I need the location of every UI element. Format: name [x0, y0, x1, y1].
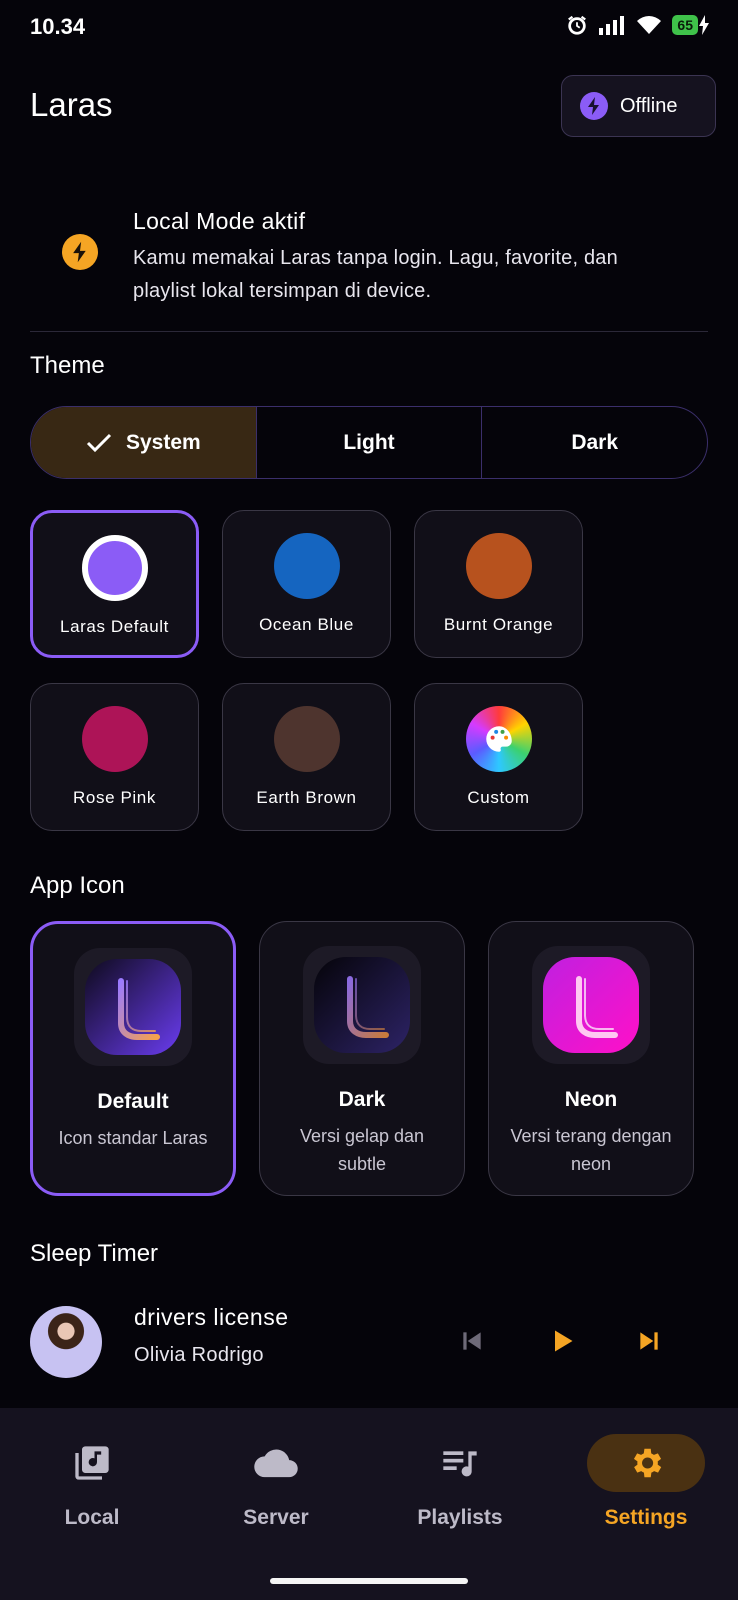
- app-icon-section-title: App Icon: [30, 872, 125, 899]
- palette-icon: [465, 706, 532, 772]
- signal-icon: [599, 16, 625, 35]
- theme-mode-system[interactable]: System: [31, 407, 257, 478]
- color-swatch: [81, 535, 148, 601]
- color-swatch: [273, 533, 340, 599]
- page-title: Laras: [30, 86, 113, 123]
- track-artist: Olivia Rodrigo: [134, 1344, 264, 1366]
- play-button[interactable]: [545, 1324, 579, 1358]
- app-icon-preview: [74, 948, 192, 1066]
- offline-button[interactable]: Offline: [561, 75, 716, 137]
- color-option-label: Laras Default: [60, 617, 169, 636]
- color-option-label: Burnt Orange: [443, 615, 554, 634]
- color-option-label: Custom: [467, 788, 530, 807]
- app-icon-preview: [303, 946, 421, 1064]
- track-title: drivers license: [134, 1304, 289, 1330]
- bottom-navigation: Local Server Playlists Settings: [0, 1408, 738, 1600]
- nav-item-settings[interactable]: Settings: [554, 1408, 738, 1558]
- cloud-icon: [217, 1434, 335, 1492]
- app-icon-description: Versi terang dengan neon: [510, 1126, 672, 1174]
- previous-button[interactable]: [455, 1324, 489, 1358]
- next-button[interactable]: [632, 1324, 666, 1358]
- color-option-laras-default[interactable]: Laras Default: [30, 510, 199, 658]
- nav-item-local[interactable]: Local: [0, 1408, 184, 1558]
- offline-label: Offline: [620, 94, 678, 117]
- app-icon-title: Dark: [338, 1088, 386, 1111]
- app-icon-description: Icon standar Laras: [58, 1128, 208, 1148]
- color-option-ocean-blue[interactable]: Ocean Blue: [222, 510, 391, 658]
- app-icon-description: Versi gelap dan subtle: [299, 1126, 425, 1174]
- theme-section-title: Theme: [30, 352, 105, 379]
- battery-level: 65: [672, 15, 698, 35]
- color-option-label: Rose Pink: [73, 788, 156, 807]
- skip-previous-icon: [463, 1332, 481, 1350]
- theme-mode-selector: System Light Dark: [30, 406, 708, 479]
- play-icon: [555, 1330, 573, 1352]
- gear-icon: [587, 1434, 705, 1492]
- nav-item-playlists[interactable]: Playlists: [368, 1408, 552, 1558]
- app-icon-title: Default: [97, 1090, 169, 1113]
- app-icon-option-dark[interactable]: Dark Versi gelap dan subtle: [259, 921, 465, 1196]
- theme-mode-label: Light: [343, 430, 395, 454]
- color-option-rose-pink[interactable]: Rose Pink: [30, 683, 199, 831]
- color-option-label: Earth Brown: [256, 788, 357, 807]
- library-music-icon: [33, 1434, 151, 1492]
- bolt-icon: [580, 92, 608, 120]
- check-icon: [86, 433, 112, 452]
- theme-mode-label: Dark: [571, 430, 619, 454]
- color-option-burnt-orange[interactable]: Burnt Orange: [414, 510, 583, 658]
- wifi-icon: [637, 16, 662, 34]
- nav-label: Server: [243, 1506, 309, 1529]
- app-icon-option-default[interactable]: Default Icon standar Laras: [30, 921, 236, 1196]
- bolt-icon: [62, 234, 98, 270]
- nav-item-server[interactable]: Server: [184, 1408, 368, 1558]
- theme-mode-label: System: [125, 430, 201, 454]
- theme-mode-dark[interactable]: Dark: [482, 407, 707, 478]
- skip-next-icon: [640, 1332, 658, 1350]
- theme-mode-light[interactable]: Light: [257, 407, 483, 478]
- queue-music-icon: [401, 1434, 519, 1492]
- color-option-custom[interactable]: Custom: [414, 683, 583, 831]
- status-bar: 10.34 65: [0, 0, 738, 56]
- color-option-label: Ocean Blue: [259, 615, 354, 634]
- app-icon-option-neon[interactable]: Neon Versi terang dengan neon: [488, 921, 694, 1196]
- app-icon-title: Neon: [564, 1088, 618, 1111]
- color-swatch: [273, 706, 340, 772]
- nav-label: Playlists: [417, 1506, 503, 1529]
- color-swatch: [81, 706, 148, 772]
- color-option-earth-brown[interactable]: Earth Brown: [222, 683, 391, 831]
- charging-icon: [699, 15, 709, 35]
- color-swatch: [465, 533, 532, 599]
- nav-label: Local: [64, 1506, 120, 1529]
- mini-player[interactable]: drivers license Olivia Rodrigo: [0, 1296, 738, 1388]
- alarm-icon: [568, 15, 587, 35]
- local-mode-description: Kamu memakai Laras tanpa login. Lagu, fa…: [133, 247, 618, 302]
- home-indicator[interactable]: [270, 1578, 468, 1584]
- nav-label: Settings: [604, 1506, 688, 1529]
- status-time: 10.34: [30, 14, 86, 39]
- app-icon-preview: [532, 946, 650, 1064]
- sleep-timer-section-title: Sleep Timer: [30, 1240, 159, 1267]
- battery-indicator: 65: [672, 15, 710, 35]
- status-icons: 65: [566, 14, 710, 36]
- local-mode-notice: Local Mode aktif Kamu memakai Laras tanp…: [30, 200, 708, 332]
- local-mode-title: Local Mode aktif: [133, 208, 306, 234]
- album-art: [30, 1306, 102, 1378]
